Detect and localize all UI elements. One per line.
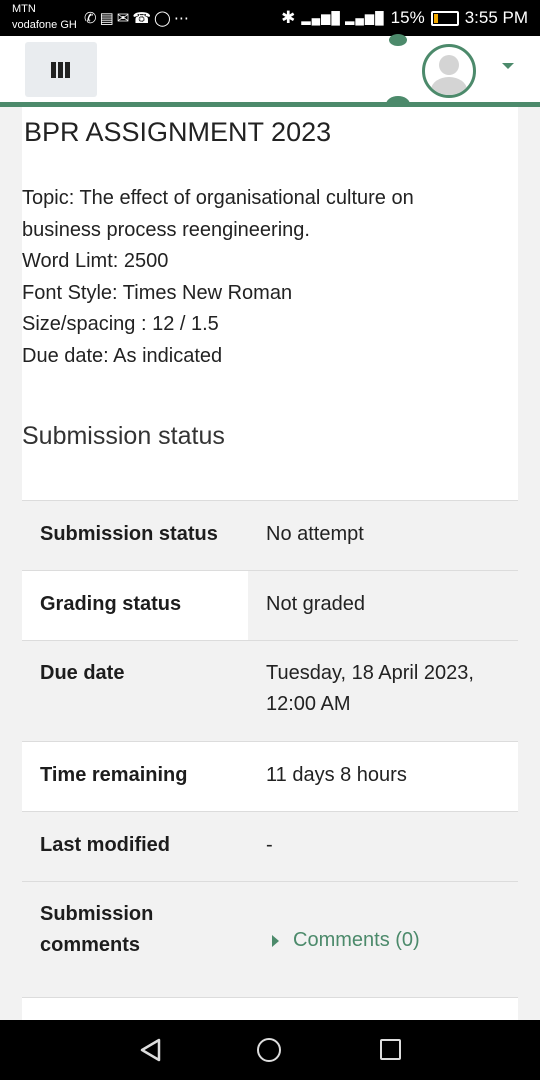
battery-icon (430, 10, 459, 26)
table-row: Last modified - (22, 811, 518, 881)
row-label: Grading status (40, 593, 182, 615)
recent-apps-icon[interactable] (380, 1039, 401, 1060)
more-icon: ⋯ (173, 10, 192, 27)
row-label: Last modified (40, 834, 171, 856)
bluetooth-icon: ✱ (281, 8, 296, 27)
phone-icon: ☎ (132, 10, 155, 27)
notification-icons: ✆▤✉☎◯⋯ (84, 9, 192, 27)
row-value: Tuesday, 18 April 2023, 12:00 AM (266, 658, 474, 720)
description-line: Word Limt: 2500 (22, 250, 169, 272)
description-line: Topic: The effect of organisational cult… (22, 187, 414, 209)
table-row: Due date Tuesday, 18 April 2023, 12:00 A… (22, 640, 518, 741)
main-content: BPR ASSIGNMENT 2023 Topic: The effect of… (22, 107, 518, 1020)
opera-icon: ◯ (154, 10, 174, 27)
back-icon[interactable] (139, 1037, 163, 1063)
hamburger-icon (51, 61, 71, 78)
row-value: No attempt (266, 523, 364, 545)
table-row (22, 997, 518, 1020)
table-row: Submission comments Comments (0) (22, 881, 518, 997)
comments-toggle[interactable]: Comments (0) (272, 925, 420, 956)
clock: 3:55 PM (464, 8, 528, 27)
submission-status-heading: Submission status (22, 422, 225, 450)
description-line: Size/spacing : 12 / 1.5 (22, 313, 219, 335)
row-label: Time remaining (40, 764, 188, 786)
row-label: Due date (40, 662, 125, 684)
carrier-primary: MTN (12, 3, 36, 15)
avatar-icon (439, 55, 459, 75)
description-line: Font Style: Times New Roman (22, 281, 293, 304)
comments-link[interactable]: Comments (0) (293, 925, 420, 956)
decor-bubble-top (389, 34, 407, 46)
table-row: Grading status Not graded (22, 570, 518, 640)
table-row: Submission status No attempt (22, 500, 518, 570)
carrier-secondary: vodafone GH (12, 19, 77, 31)
caret-down-icon[interactable] (502, 63, 514, 69)
home-icon[interactable] (257, 1038, 281, 1062)
battery-percent: 15% (390, 8, 425, 27)
row-value: 11 days 8 hours (266, 764, 407, 786)
row-value: - (266, 834, 273, 856)
description-line: business process reengineering. (22, 218, 310, 241)
submission-status-table: Submission status No attempt Grading sta… (22, 500, 518, 1020)
gmail-icon: ✉ (116, 10, 133, 27)
whatsapp-icon: ✆ (84, 10, 100, 27)
description-line: Due date: As indicated (22, 344, 223, 367)
status-right: ✱ ▂▄▆█ ▂▄▆█ 15% 3:55 PM (281, 8, 528, 28)
status-bar: MTN vodafone GH ✆▤✉☎◯⋯ ✱ ▂▄▆█ ▂▄▆█ 15% 3… (0, 0, 540, 36)
assignment-description: Topic: The effect of organisational cult… (22, 183, 414, 372)
menu-button[interactable] (25, 42, 97, 97)
message-icon: ▤ (99, 10, 117, 27)
page-title: BPR ASSIGNMENT 2023 (24, 117, 332, 147)
table-row: Time remaining 11 days 8 hours (22, 741, 518, 811)
system-navigation-bar (0, 1020, 540, 1080)
expand-arrow-icon (272, 934, 279, 947)
due-date-line: Tuesday, 18 April 2023, (266, 662, 474, 684)
due-time-line: 12:00 AM (266, 693, 351, 715)
signal-icon: ▂▄▆█ ▂▄▆█ (301, 11, 385, 25)
row-value: Not graded (266, 593, 365, 615)
row-label: Submission status (40, 523, 218, 545)
row-label: Submission comments (40, 903, 154, 956)
user-avatar-button[interactable] (422, 44, 476, 98)
